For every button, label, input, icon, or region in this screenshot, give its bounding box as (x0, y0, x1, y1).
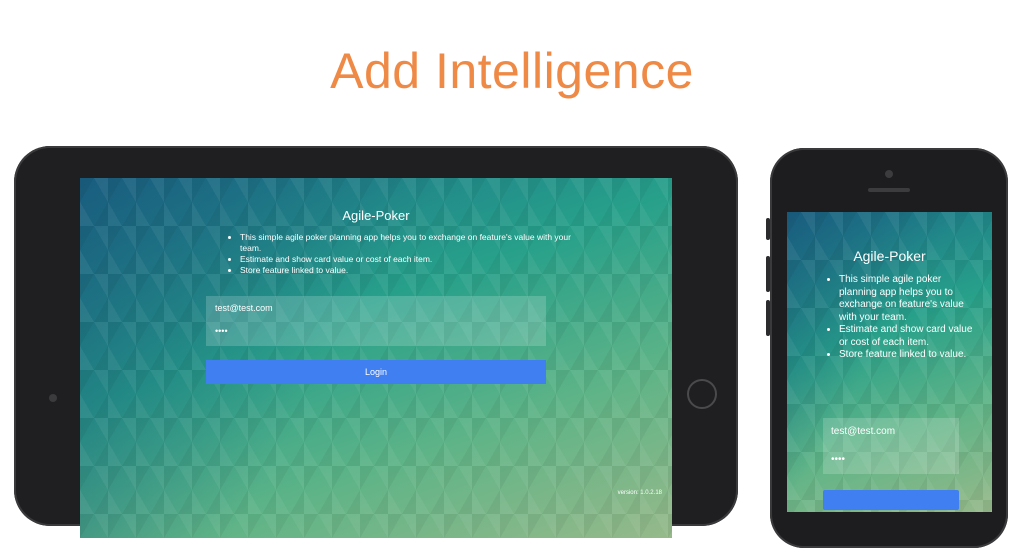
feature-item: This simple agile poker planning app hel… (240, 232, 580, 254)
login-button[interactable]: Login (206, 360, 546, 384)
volume-up-button (766, 256, 770, 292)
login-form: test@test.com •••• (823, 418, 959, 474)
feature-item: Estimate and show card value or cost of … (240, 254, 580, 265)
version-label: version: 1.0.2.18 (617, 490, 662, 496)
home-button-icon (687, 379, 717, 409)
password-field[interactable]: •••• (831, 454, 845, 465)
feature-list: This simple agile poker planning app hel… (829, 274, 981, 362)
tablet-device: Agile-Poker This simple agile poker plan… (14, 146, 738, 538)
volume-down-button (766, 300, 770, 336)
headline-title: Add Intelligence (330, 43, 694, 99)
tablet-camera (49, 394, 57, 402)
phone-speaker (868, 188, 910, 192)
phone-screen: Agile-Poker This simple agile poker plan… (787, 212, 992, 512)
login-form: test@test.com •••• (206, 296, 546, 346)
password-field[interactable]: •••• (215, 326, 228, 336)
feature-item: Estimate and show card value or cost of … (839, 324, 981, 349)
login-button[interactable] (823, 490, 959, 510)
feature-item: This simple agile poker planning app hel… (839, 274, 981, 324)
feature-item: Store feature linked to value. (240, 265, 580, 276)
feature-item: Store feature linked to value. (839, 349, 981, 362)
tablet-screen: Agile-Poker This simple agile poker plan… (80, 178, 672, 538)
email-field[interactable]: test@test.com (215, 303, 273, 313)
feature-list: This simple agile poker planning app hel… (226, 232, 580, 276)
email-field[interactable]: test@test.com (831, 426, 895, 437)
phone-device: Agile-Poker This simple agile poker plan… (766, 148, 1008, 548)
phone-camera (885, 170, 893, 178)
app-title: Agile-Poker (342, 208, 410, 223)
app-title: Agile-Poker (853, 248, 926, 264)
mute-switch (766, 218, 770, 240)
